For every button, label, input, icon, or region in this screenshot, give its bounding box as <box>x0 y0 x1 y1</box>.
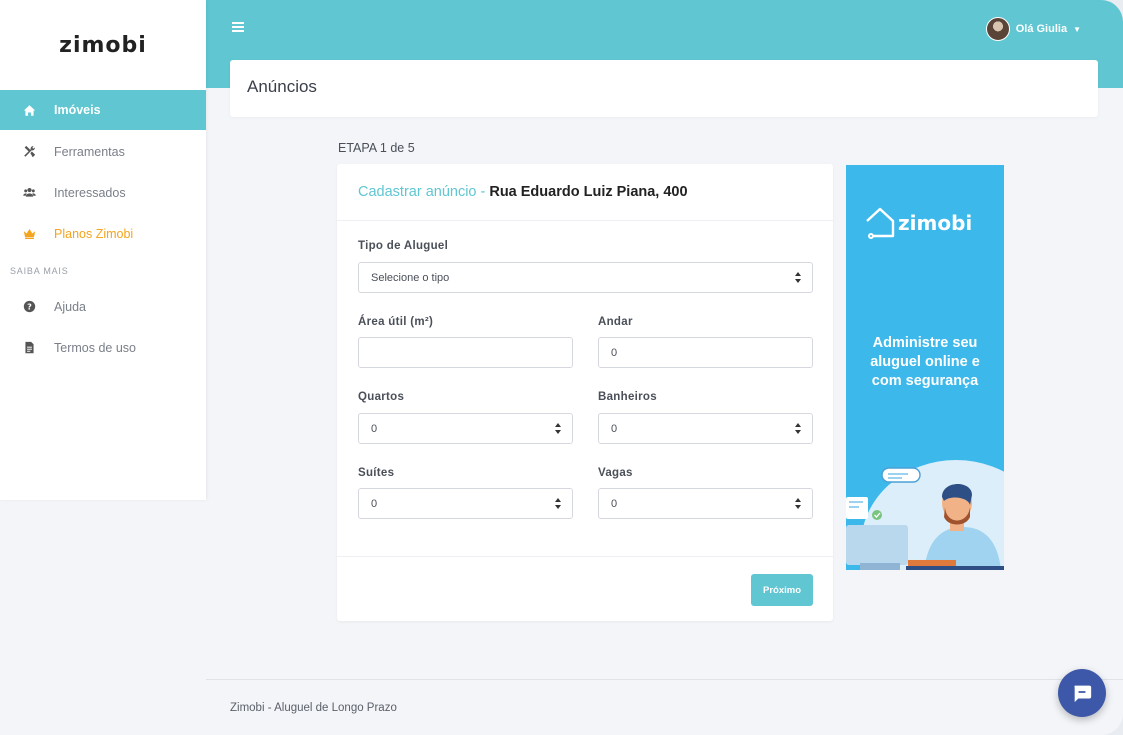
chat-icon <box>1074 685 1092 703</box>
avatar <box>985 17 1010 41</box>
sidebar-item-label: Ajuda <box>54 299 86 314</box>
ad-logo-text: zimobi <box>898 211 973 235</box>
sidebar: zimobi Imóveis Ferramentas Interessados … <box>0 0 206 500</box>
banheiros-select[interactable]: 0 <box>598 413 813 444</box>
question-circle-icon: ? <box>22 300 36 314</box>
footer-text: Zimobi - Aluguel de Longo Prazo <box>230 701 397 714</box>
sidebar-item-planos[interactable]: Planos Zimobi <box>0 213 206 254</box>
vagas-label: Vagas <box>598 467 633 479</box>
form-footer: Próximo <box>337 556 833 621</box>
brand-logo[interactable]: zimobi <box>0 0 206 90</box>
form-title: Cadastrar anúncio - Rua Eduardo Luiz Pia… <box>337 164 833 221</box>
ad-tagline-line: Administre seu <box>872 335 978 351</box>
select-arrows-icon <box>555 423 561 434</box>
sidebar-item-label: Interessados <box>54 185 126 200</box>
svg-text:?: ? <box>27 302 32 312</box>
page-title: Anúncios <box>247 76 317 96</box>
caret-down-icon: ▼ <box>1073 24 1081 34</box>
sidebar-item-ferramentas[interactable]: Ferramentas <box>0 131 206 172</box>
area-util-input[interactable] <box>358 337 573 368</box>
sidebar-item-label: Termos de uso <box>54 340 136 355</box>
quartos-label: Quartos <box>358 391 405 403</box>
vagas-select[interactable]: 0 <box>598 488 813 519</box>
suites-select[interactable]: 0 <box>358 488 573 519</box>
footer: Zimobi - Aluguel de Longo Prazo <box>206 679 1123 735</box>
page-title-bar: Anúncios <box>230 60 1098 117</box>
tools-icon <box>22 145 36 159</box>
house-icon <box>866 207 895 239</box>
suites-label: Suítes <box>358 467 395 479</box>
quartos-select[interactable]: 0 <box>358 413 573 444</box>
vagas-value: 0 <box>611 497 618 510</box>
form-title-prefix: Cadastrar anúncio - <box>358 184 486 200</box>
document-icon <box>22 341 36 355</box>
form-title-address: Rua Eduardo Luiz Piana, 400 <box>489 184 688 200</box>
sidebar-item-label: Imóveis <box>54 103 101 117</box>
tipo-aluguel-value: Selecione o tipo <box>371 271 450 284</box>
quartos-value: 0 <box>371 422 378 435</box>
crown-icon <box>22 227 36 241</box>
sidebar-item-ajuda[interactable]: ? Ajuda <box>0 286 206 327</box>
users-icon <box>22 186 36 200</box>
listing-form-card: Cadastrar anúncio - Rua Eduardo Luiz Pia… <box>337 164 833 621</box>
tipo-aluguel-select[interactable]: Selecione o tipo <box>358 262 813 293</box>
area-util-label: Área útil (m²) <box>358 316 434 328</box>
ad-tagline-line: com segurança <box>871 373 979 389</box>
sidebar-item-imoveis[interactable]: Imóveis <box>0 90 206 130</box>
select-arrows-icon <box>795 272 801 283</box>
tipo-aluguel-label: Tipo de Aluguel <box>358 240 449 252</box>
user-menu[interactable]: Olá Giulia ▼ <box>985 17 1081 41</box>
select-arrows-icon <box>795 423 801 434</box>
suites-value: 0 <box>371 497 378 510</box>
sidebar-item-label: Ferramentas <box>54 144 125 159</box>
menu-toggle-icon[interactable] <box>232 22 244 32</box>
home-icon <box>22 103 36 117</box>
banheiros-label: Banheiros <box>598 391 657 403</box>
ad-illustration <box>846 460 1004 570</box>
user-greeting: Olá Giulia <box>1015 23 1068 35</box>
ad-tagline: Administre seu aluguel online e com segu… <box>846 334 1004 391</box>
step-indicator: ETAPA 1 de 5 <box>338 141 415 155</box>
select-arrows-icon <box>795 498 801 509</box>
select-arrows-icon <box>555 498 561 509</box>
sidebar-section-heading: SAIBA MAIS <box>10 266 69 276</box>
banheiros-value: 0 <box>611 422 618 435</box>
chat-button[interactable] <box>1058 669 1106 717</box>
sidebar-item-interessados[interactable]: Interessados <box>0 172 206 213</box>
next-button[interactable]: Próximo <box>751 574 813 606</box>
app-window: Olá Giulia ▼ zimobi Imóveis Ferramentas … <box>0 0 1123 735</box>
sidebar-item-termos[interactable]: Termos de uso <box>0 327 206 368</box>
ad-logo: zimobi <box>864 206 972 240</box>
sidebar-item-label: Planos Zimobi <box>54 226 134 241</box>
andar-value: 0 <box>611 346 618 359</box>
andar-input[interactable]: 0 <box>598 337 813 368</box>
ad-banner[interactable]: zimobi Administre seu aluguel online e c… <box>846 165 1004 570</box>
andar-label: Andar <box>598 316 633 328</box>
ad-tagline-line: aluguel online e <box>870 354 980 370</box>
